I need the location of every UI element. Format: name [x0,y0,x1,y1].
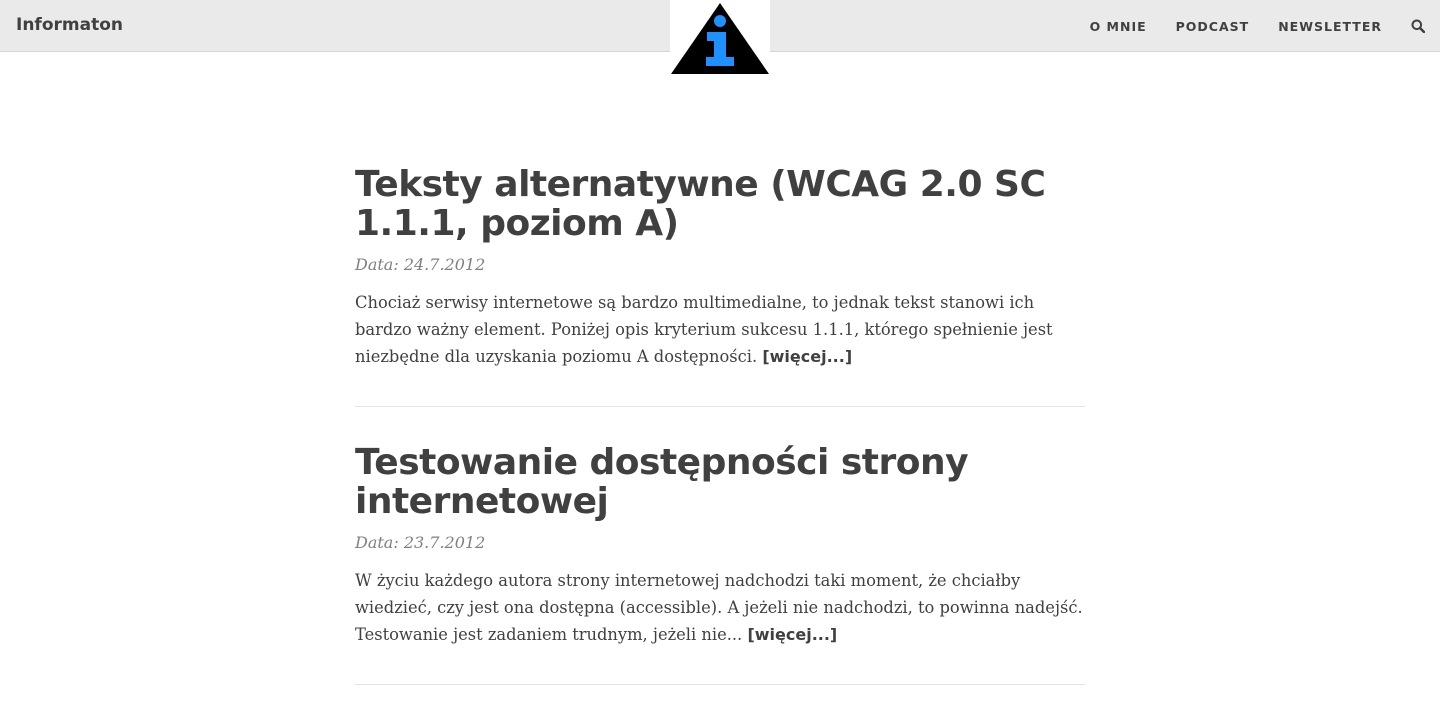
nav-item-o-mnie[interactable]: O MNIE [1090,19,1147,34]
read-more-link[interactable]: [więcej...] [747,625,837,644]
post-title-link[interactable]: Testowanie dostępności strony internetow… [355,442,969,522]
post-list: Teksty alternatywne (WCAG 2.0 SC 1.1.1, … [355,165,1085,720]
search-icon [1411,19,1425,33]
post-preview: Testowanie dostępności strony internetow… [355,443,1085,685]
post-date: Data: 23.7.2012 [355,533,486,552]
search-button[interactable] [1410,18,1426,34]
site-logo[interactable] [670,0,770,75]
top-navbar: Informaton O MNIE PODCAST NEWSLETTER [0,0,1440,75]
main-menu: O MNIE PODCAST NEWSLETTER [1061,0,1426,52]
post-preview: Teksty alternatywne (WCAG 2.0 SC 1.1.1, … [355,165,1085,407]
post-title: Teksty alternatywne (WCAG 2.0 SC 1.1.1, … [355,165,1085,243]
post-date: Data: 24.7.2012 [355,255,486,274]
post-excerpt: Chociaż serwisy internetowe są bardzo mu… [355,289,1085,370]
site-brand-link[interactable]: Informaton [16,15,123,35]
read-more-link[interactable]: [więcej...] [762,347,852,366]
post-excerpt-text: Chociaż serwisy internetowe są bardzo mu… [355,293,1053,366]
post-excerpt-text: W życiu każdego autora strony internetow… [355,571,1083,644]
information-triangle-icon [671,3,769,74]
nav-item-podcast[interactable]: PODCAST [1176,19,1250,34]
post-title: Testowanie dostępności strony internetow… [355,443,1085,521]
post-excerpt: W życiu każdego autora strony internetow… [355,567,1085,648]
nav-item-newsletter[interactable]: NEWSLETTER [1278,19,1382,34]
post-title-link[interactable]: Teksty alternatywne (WCAG 2.0 SC 1.1.1, … [355,164,1046,244]
